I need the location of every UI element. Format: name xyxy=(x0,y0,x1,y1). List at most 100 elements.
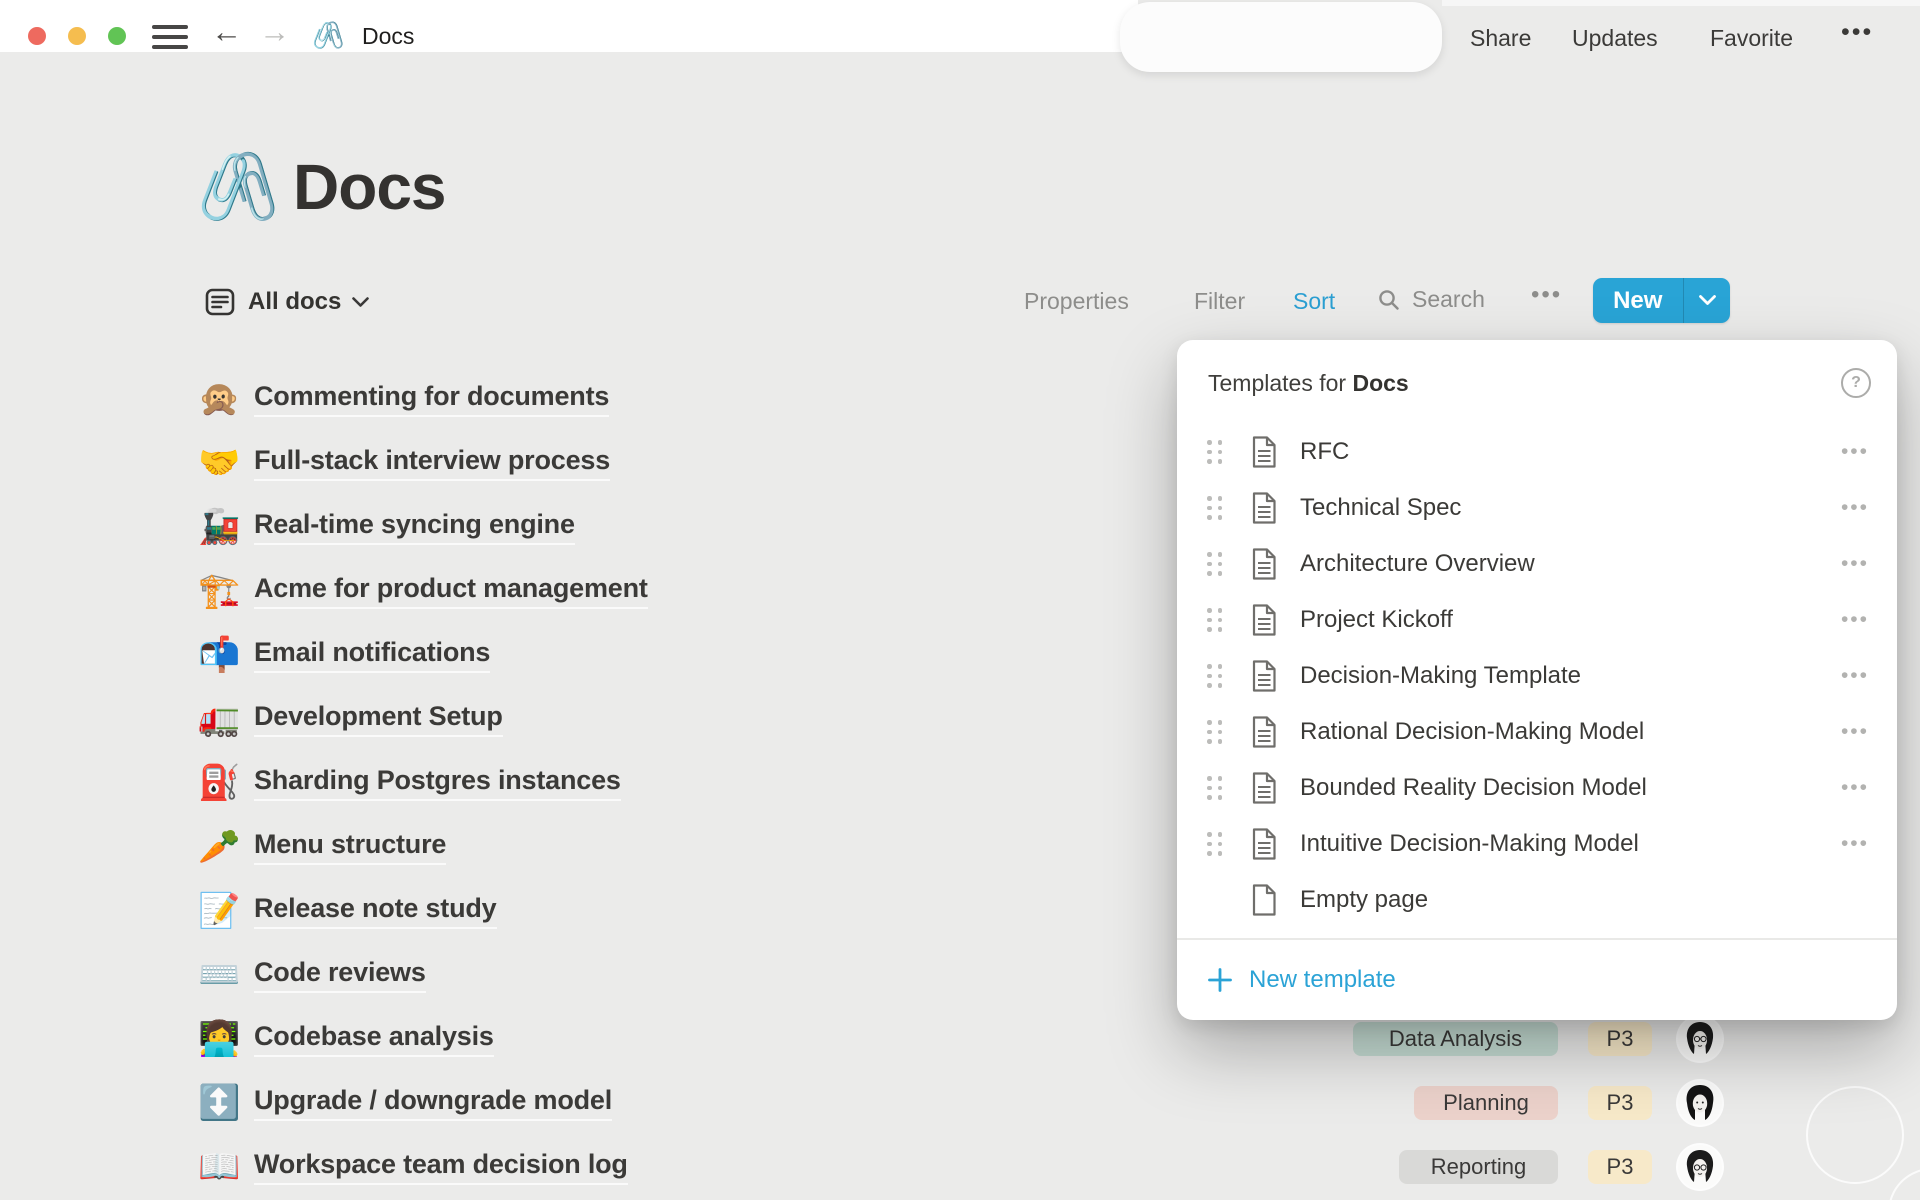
doc-list-item[interactable]: ⌨️Code reviews xyxy=(198,943,426,1007)
priority-badge[interactable]: P3 xyxy=(1588,1150,1652,1184)
avatar[interactable] xyxy=(1678,1081,1722,1125)
avatar[interactable] xyxy=(1678,1145,1722,1189)
doc-list-item[interactable]: 🏗️Acme for product management xyxy=(198,559,648,623)
doc-title: Workspace team decision log xyxy=(254,1149,628,1185)
templates-list: RFC ••• Technical Spec ••• Architecture … xyxy=(1177,424,1897,928)
template-more-icon[interactable]: ••• xyxy=(1841,664,1869,688)
doc-title: Sharding Postgres instances xyxy=(254,765,621,801)
template-label: Architecture Overview xyxy=(1300,550,1535,578)
filter-button[interactable]: Filter xyxy=(1194,288,1245,315)
tag-reporting[interactable]: Reporting xyxy=(1399,1150,1558,1184)
template-more-icon[interactable]: ••• xyxy=(1841,496,1869,520)
sort-button[interactable]: Sort xyxy=(1293,288,1335,315)
sidebar-toggle-icon[interactable] xyxy=(152,25,188,49)
new-template-label: New template xyxy=(1249,966,1396,994)
drag-handle-icon[interactable] xyxy=(1207,552,1223,576)
toolbar-more-icon[interactable]: ••• xyxy=(1531,281,1562,309)
template-label: Bounded Reality Decision Model xyxy=(1300,774,1647,802)
template-item[interactable]: RFC ••• xyxy=(1177,424,1897,480)
close-window-button[interactable] xyxy=(28,27,46,45)
back-arrow-icon[interactable]: ← xyxy=(211,16,242,47)
templates-popover-header: Templates for Docs ? xyxy=(1208,368,1871,398)
doc-list-item[interactable]: 🥕Menu structure xyxy=(198,815,446,879)
document-icon xyxy=(1251,436,1277,468)
template-item-empty-page[interactable]: Empty page xyxy=(1177,872,1897,928)
doc-list-item[interactable]: 📝Release note study xyxy=(198,879,497,943)
avatar[interactable] xyxy=(1678,1017,1722,1061)
tag-data-analysis[interactable]: Data Analysis xyxy=(1353,1022,1558,1056)
more-icon[interactable]: ••• xyxy=(1841,18,1873,47)
help-icon[interactable]: ? xyxy=(1841,368,1871,398)
template-label: Rational Decision-Making Model xyxy=(1300,718,1644,746)
doc-list-item[interactable]: 📖Workspace team decision log xyxy=(198,1135,628,1199)
template-more-icon[interactable]: ••• xyxy=(1841,720,1869,744)
template-more-icon[interactable]: ••• xyxy=(1841,440,1869,464)
document-icon xyxy=(1251,492,1277,524)
new-template-button[interactable]: New template xyxy=(1207,952,1396,1008)
drag-handle-icon[interactable] xyxy=(1207,608,1223,632)
document-icon xyxy=(1251,548,1277,580)
priority-badge[interactable]: P3 xyxy=(1588,1086,1652,1120)
doc-list-item[interactable]: 🚂Real-time syncing engine xyxy=(198,495,575,559)
template-item[interactable]: Decision-Making Template ••• xyxy=(1177,648,1897,704)
doc-title: Real-time syncing engine xyxy=(254,509,575,545)
template-item[interactable]: Project Kickoff ••• xyxy=(1177,592,1897,648)
share-button[interactable]: Share xyxy=(1470,25,1531,52)
favorite-button[interactable]: Favorite xyxy=(1710,25,1793,52)
doc-list-item[interactable]: 👩‍💻Codebase analysis xyxy=(198,1007,494,1071)
template-more-icon[interactable]: ••• xyxy=(1841,776,1869,800)
doc-emoji-icon: 🏗️ xyxy=(198,571,246,611)
drag-handle-icon[interactable] xyxy=(1207,832,1223,856)
doc-list-item[interactable]: ⛽Sharding Postgres instances xyxy=(198,751,621,815)
tag-planning[interactable]: Planning xyxy=(1414,1086,1558,1120)
template-more-icon[interactable]: ••• xyxy=(1841,552,1869,576)
new-dropdown-button[interactable] xyxy=(1684,278,1730,323)
doc-title: Email notifications xyxy=(254,637,490,673)
template-label: Empty page xyxy=(1300,886,1428,914)
doc-list-item[interactable]: 🤝Full-stack interview process xyxy=(198,431,610,495)
new-button-label: New xyxy=(1593,278,1683,323)
doc-title: Code reviews xyxy=(254,957,426,993)
doc-emoji-icon: 📝 xyxy=(198,891,246,931)
doc-emoji-icon: 🤝 xyxy=(198,443,246,483)
drag-handle-icon[interactable] xyxy=(1207,664,1223,688)
drag-handle-icon[interactable] xyxy=(1207,776,1223,800)
priority-badge[interactable]: P3 xyxy=(1588,1022,1652,1056)
template-more-icon[interactable]: ••• xyxy=(1841,608,1869,632)
view-selector-label: All docs xyxy=(248,288,341,316)
drag-handle-icon[interactable] xyxy=(1207,440,1223,464)
doc-list-item[interactable]: 📬Email notifications xyxy=(198,623,490,687)
new-button[interactable]: New xyxy=(1593,278,1730,323)
template-item[interactable]: Intuitive Decision-Making Model ••• xyxy=(1177,816,1897,872)
updates-button[interactable]: Updates xyxy=(1572,25,1658,52)
drag-handle-icon[interactable] xyxy=(1207,720,1223,744)
template-item[interactable]: Rational Decision-Making Model ••• xyxy=(1177,704,1897,760)
doc-title: Commenting for documents xyxy=(254,381,609,417)
template-item[interactable]: Architecture Overview ••• xyxy=(1177,536,1897,592)
templates-header-label: Templates for Docs xyxy=(1208,370,1409,397)
template-more-icon[interactable]: ••• xyxy=(1841,832,1869,856)
paperclip-icon: 🖇️ xyxy=(312,22,344,48)
template-item[interactable]: Technical Spec ••• xyxy=(1177,480,1897,536)
document-icon xyxy=(1251,772,1277,804)
search-icon xyxy=(1378,289,1400,311)
zoom-window-button[interactable] xyxy=(108,27,126,45)
properties-button[interactable]: Properties xyxy=(1024,288,1129,315)
document-icon xyxy=(1251,828,1277,860)
templates-popover: Templates for Docs ? RFC ••• Technical S… xyxy=(1177,340,1897,1020)
template-label: Project Kickoff xyxy=(1300,606,1453,634)
template-item[interactable]: Bounded Reality Decision Model ••• xyxy=(1177,760,1897,816)
doc-title: Upgrade / downgrade model xyxy=(254,1085,612,1121)
view-selector[interactable]: All docs xyxy=(205,286,369,318)
doc-emoji-icon: 🙊 xyxy=(198,379,246,419)
doc-emoji-icon: 👩‍💻 xyxy=(198,1019,246,1059)
search-label: Search xyxy=(1412,286,1485,313)
doc-list-item[interactable]: ↕️Upgrade / downgrade model xyxy=(198,1071,612,1135)
doc-list-item[interactable]: 🙊Commenting for documents xyxy=(198,367,609,431)
doc-list-item[interactable]: 🚛Development Setup xyxy=(198,687,503,751)
search-button[interactable]: Search xyxy=(1378,286,1485,313)
plus-icon xyxy=(1207,967,1233,993)
doc-emoji-icon: 🥕 xyxy=(198,827,246,867)
minimize-window-button[interactable] xyxy=(68,27,86,45)
drag-handle-icon[interactable] xyxy=(1207,496,1223,520)
